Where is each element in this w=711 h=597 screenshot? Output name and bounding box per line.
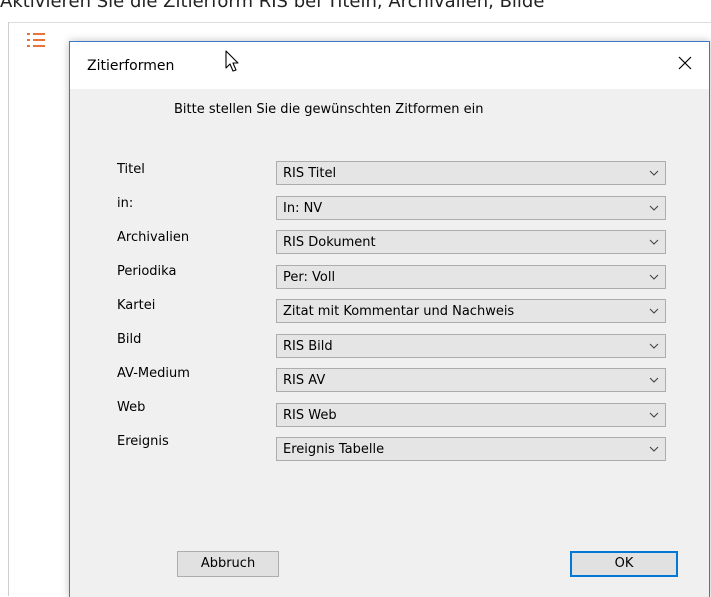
- select-value: RIS Bild: [283, 339, 333, 354]
- zitierformen-dialog: Zitierformen Bitte stellen Sie die gewün…: [69, 41, 710, 597]
- row-label: Ereignis: [117, 434, 169, 449]
- dialog-title: Zitierformen: [87, 58, 175, 74]
- chevron-down-icon: [649, 343, 659, 349]
- chevron-down-icon: [649, 308, 659, 314]
- citation-format-select[interactable]: Ereignis Tabelle: [276, 437, 666, 461]
- row-label: AV-Medium: [117, 366, 190, 381]
- chevron-down-icon: [649, 170, 659, 176]
- citation-format-select[interactable]: RIS Titel: [276, 161, 666, 185]
- citation-format-select[interactable]: Per: Voll: [276, 265, 666, 289]
- select-value: RIS AV: [283, 373, 326, 388]
- dialog-instruction: Bitte stellen Sie die gewünschten Zitfor…: [174, 102, 484, 117]
- select-value: RIS Titel: [283, 166, 337, 181]
- mouse-pointer-icon: [225, 50, 241, 79]
- citation-format-select[interactable]: RIS Bild: [276, 334, 666, 358]
- cancel-button[interactable]: Abbruch: [177, 551, 279, 577]
- chevron-down-icon: [649, 446, 659, 452]
- select-value: Per: Voll: [283, 270, 336, 285]
- citation-format-select[interactable]: RIS Web: [276, 403, 666, 427]
- list-icon[interactable]: [27, 32, 47, 48]
- citation-format-select[interactable]: RIS AV: [276, 368, 666, 392]
- select-value: RIS Dokument: [283, 235, 376, 250]
- citation-format-select[interactable]: RIS Dokument: [276, 230, 666, 254]
- chevron-down-icon: [649, 412, 659, 418]
- background-caption: Aktivieren Sie die Zitierform RIS bei Ti…: [0, 0, 545, 12]
- ok-button[interactable]: OK: [570, 551, 678, 577]
- row-label: Archivalien: [117, 230, 190, 245]
- select-value: RIS Web: [283, 408, 337, 423]
- row-label: Web: [117, 400, 146, 415]
- close-button[interactable]: [663, 42, 709, 86]
- row-label: Bild: [117, 332, 142, 347]
- select-value: Zitat mit Kommentar und Nachweis: [283, 304, 515, 319]
- chevron-down-icon: [649, 239, 659, 245]
- row-label: in:: [117, 196, 134, 211]
- select-value: In: NV: [283, 201, 323, 216]
- chevron-down-icon: [649, 205, 659, 211]
- chevron-down-icon: [649, 274, 659, 280]
- citation-format-select[interactable]: Zitat mit Kommentar und Nachweis: [276, 299, 666, 323]
- dialog-titlebar[interactable]: Zitierformen: [70, 42, 709, 89]
- select-value: Ereignis Tabelle: [283, 442, 385, 457]
- row-label: Titel: [117, 162, 145, 177]
- row-label: Periodika: [117, 264, 177, 279]
- close-icon: [678, 56, 692, 70]
- chevron-down-icon: [649, 377, 659, 383]
- citation-format-select[interactable]: In: NV: [276, 196, 666, 220]
- row-label: Kartei: [117, 298, 156, 313]
